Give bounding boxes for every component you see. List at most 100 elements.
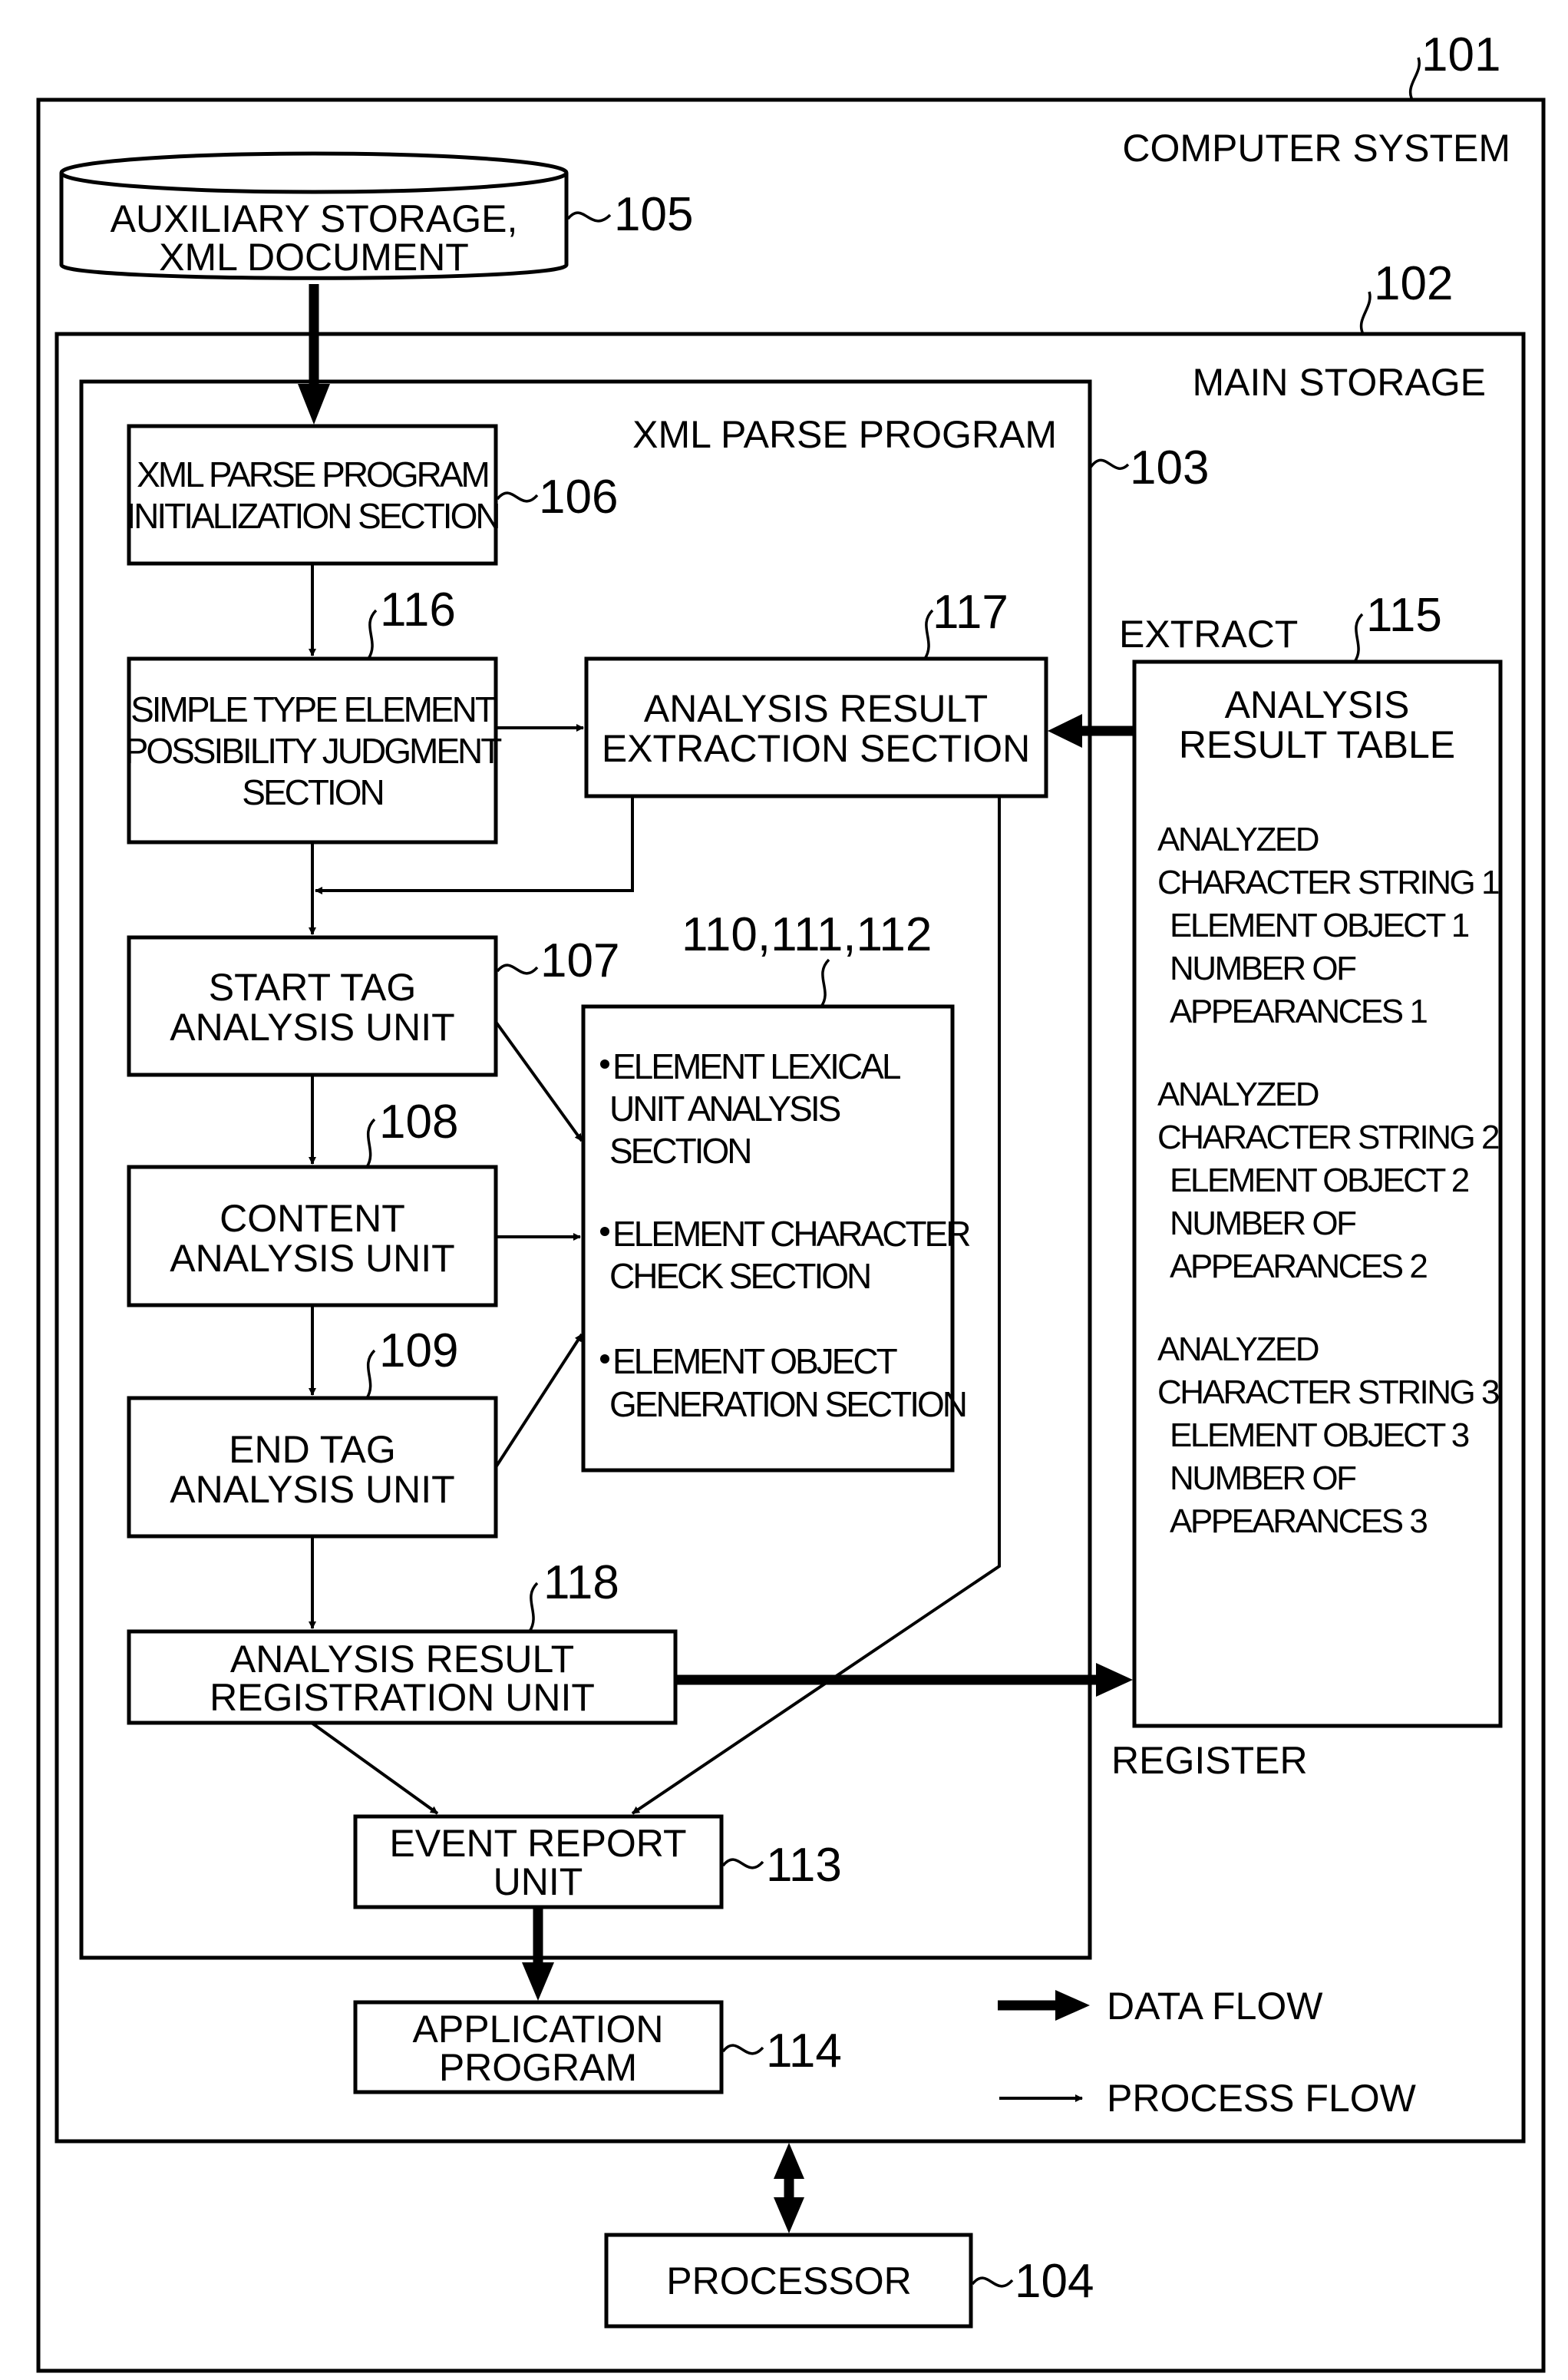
event-report-line-2: UNIT [494, 1860, 583, 1903]
ref-114: 114 [766, 2025, 842, 2078]
arrow-109-to-sections [494, 1333, 583, 1469]
processor-line-1: PROCESSOR [666, 2259, 912, 2302]
processor-node: PROCESSOR [604, 2233, 973, 2329]
arrow-storage-processor-down-head [774, 2197, 804, 2233]
section-3-line-2: GENERATION SECTION [609, 1384, 966, 1424]
legend: DATA FLOW PROCESS FLOW [998, 1985, 1417, 2120]
arrow-105-to-106-head [298, 384, 330, 425]
leader-115 [1353, 613, 1364, 663]
leader-101 [1409, 57, 1421, 101]
main-storage-label: MAIN STORAGE [1193, 361, 1486, 404]
ref-108: 108 [379, 1096, 458, 1149]
legend-data-flow-arrowhead [1055, 1990, 1090, 2021]
auxiliary-storage-node: AUXILIARY STORAGE, XML DOCUMENT [59, 151, 569, 280]
leader-105 [566, 211, 612, 223]
simple-type-line-2: POSSIBILITY JUDGMENT [125, 731, 503, 771]
leader-103 [1088, 458, 1130, 471]
leader-109 [365, 1349, 376, 1399]
table-title-line-2: RESULT TABLE [1179, 723, 1455, 766]
section-2-line-2: CHECK SECTION [609, 1256, 870, 1296]
arrow-115-to-117-head [1048, 714, 1082, 748]
extract-label: EXTRACT [1119, 613, 1298, 656]
entry-1-line-4: NUMBER OF [1170, 950, 1356, 987]
ref-118: 118 [543, 1556, 619, 1609]
leader-102 [1359, 291, 1372, 335]
registration-unit-node: ANALYSIS RESULT REGISTRATION UNIT [127, 1629, 678, 1725]
extraction-line-2: EXTRACTION SECTION [602, 727, 1030, 770]
register-label: REGISTER [1111, 1739, 1308, 1782]
entry-3-line-2: CHARACTER STRING 3 [1157, 1373, 1499, 1411]
ref-104: 104 [1015, 2255, 1094, 2308]
event-report-unit-node: EVENT REPORT UNIT [353, 1814, 724, 1909]
ref-107: 107 [540, 934, 619, 987]
entry-3-line-1: ANALYZED [1157, 1330, 1319, 1368]
application-line-1: APPLICATION [413, 2008, 664, 2051]
ref-109: 109 [379, 1324, 458, 1377]
end-tag-analysis-node: END TAG ANALYSIS UNIT [127, 1396, 498, 1539]
bullet-icon [600, 1354, 609, 1364]
ref-105: 105 [614, 188, 693, 241]
leader-117 [923, 609, 934, 659]
leader-116 [367, 609, 378, 659]
simple-type-line-1: SIMPLE TYPE ELEMENT [130, 689, 497, 729]
database-cylinder-top [59, 151, 569, 194]
entry-3-line-3: ELEMENT OBJECT 3 [1170, 1416, 1469, 1454]
start-tag-analysis-node: START TAG ANALYSIS UNIT [127, 935, 498, 1077]
entry-1-line-1: ANALYZED [1157, 821, 1319, 858]
leader-104 [971, 2276, 1014, 2288]
ref-106: 106 [539, 471, 618, 524]
element-sections-node: ELEMENT LEXICAL UNIT ANALYSIS SECTION EL… [581, 1004, 972, 1473]
ref-116: 116 [380, 583, 456, 636]
ref-102: 102 [1374, 257, 1453, 310]
auxiliary-storage-line-2: XML DOCUMENT [159, 236, 469, 279]
xml-parse-program-label: XML PARSE PROGRAM [632, 413, 1057, 456]
leader-107 [496, 964, 539, 975]
legend-data-flow-label: DATA FLOW [1107, 1985, 1323, 2028]
auxiliary-storage-line-1: AUXILIARY STORAGE, [111, 197, 518, 240]
registration-line-1: ANALYSIS RESULT [230, 1638, 574, 1681]
section-1-line-2: UNIT ANALYSIS [609, 1089, 840, 1129]
initialization-section-node: XML PARSE PROGRAM INITIALIZATION SECTION [126, 424, 501, 566]
section-1-line-1: ELEMENT LEXICAL [612, 1046, 901, 1086]
start-tag-line-1: START TAG [209, 966, 416, 1009]
extraction-section-node: ANALYSIS RESULT EXTRACTION SECTION [584, 656, 1048, 798]
entry-1-line-2: CHARACTER STRING 1 [1157, 864, 1499, 901]
initialization-line-2: INITIALIZATION SECTION [126, 496, 498, 536]
analysis-result-table-node: ANALYSIS RESULT TABLE ANALYZED CHARACTER… [1132, 659, 1503, 1728]
arrow-113-to-114-head [522, 1962, 554, 2001]
entry-2-line-5: APPEARANCES 2 [1170, 1248, 1427, 1285]
ref-113: 113 [766, 1839, 842, 1892]
ref-115: 115 [1366, 589, 1442, 642]
bullet-icon [600, 1227, 609, 1236]
ref-110-112: 110,111,112 [682, 908, 932, 961]
leader-114 [721, 2044, 764, 2055]
leader-106 [496, 491, 539, 503]
entry-1-line-5: APPEARANCES 1 [1170, 993, 1427, 1030]
start-tag-line-2: ANALYSIS UNIT [170, 1006, 454, 1049]
extraction-line-1: ANALYSIS RESULT [644, 687, 988, 730]
simple-type-line-3: SECTION [242, 772, 382, 812]
leader-113 [721, 1858, 764, 1869]
content-line-1: CONTENT [220, 1197, 405, 1240]
entry-2-line-3: ELEMENT OBJECT 2 [1170, 1162, 1469, 1199]
application-program-node: APPLICATION PROGRAM [353, 2000, 724, 2094]
entry-3-line-4: NUMBER OF [1170, 1459, 1356, 1497]
content-analysis-node: CONTENT ANALYSIS UNIT [127, 1165, 498, 1307]
leader-108 [365, 1118, 376, 1168]
section-3-line-1: ELEMENT OBJECT [612, 1341, 898, 1381]
table-title-line-1: ANALYSIS [1225, 683, 1410, 726]
initialization-line-1: XML PARSE PROGRAM [137, 455, 488, 494]
bullet-icon [600, 1059, 609, 1069]
computer-system-label: COMPUTER SYSTEM [1122, 127, 1510, 170]
entry-2-line-4: NUMBER OF [1170, 1205, 1356, 1242]
entry-3-line-5: APPEARANCES 3 [1170, 1502, 1427, 1540]
ref-103: 103 [1130, 441, 1209, 494]
arrow-118-to-113 [310, 1721, 439, 1815]
end-tag-line-2: ANALYSIS UNIT [170, 1468, 454, 1511]
ref-117: 117 [933, 586, 1008, 639]
leader-110-112 [820, 958, 830, 1008]
legend-process-flow-label: PROCESS FLOW [1107, 2077, 1417, 2120]
application-line-2: PROGRAM [439, 2046, 637, 2089]
end-tag-line-1: END TAG [229, 1428, 396, 1471]
entry-2-line-2: CHARACTER STRING 2 [1157, 1119, 1499, 1156]
